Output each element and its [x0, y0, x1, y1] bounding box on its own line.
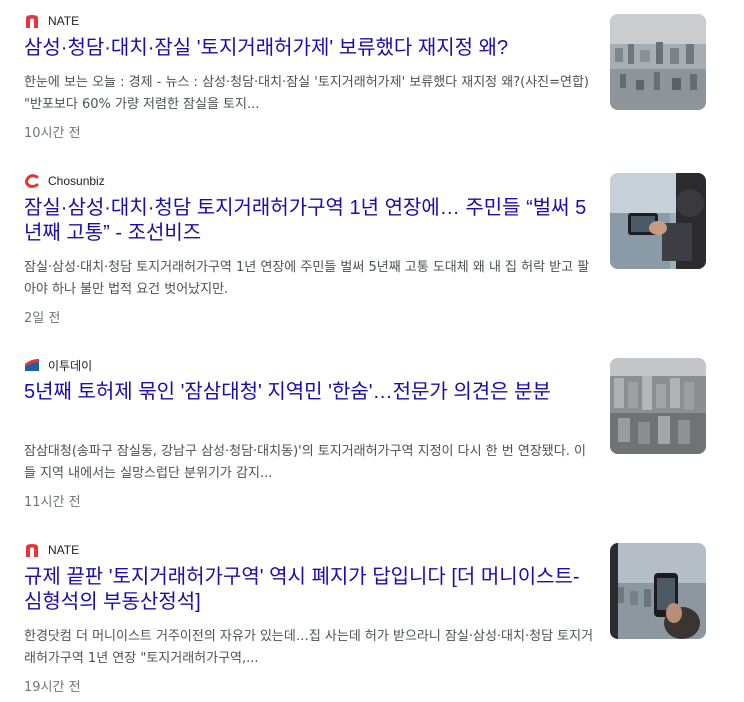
article-time: 11시간 전 — [24, 495, 81, 510]
source-row: 이투데이 — [24, 356, 92, 374]
apartments-aerial-thumbnail[interactable] — [610, 358, 706, 454]
nate-logo-icon — [24, 13, 40, 29]
headline-link[interactable]: 잠실·삼성·대치·청담 토지거래허가구역 1년 연장에… 주민들 “벌써 5년째… — [24, 196, 594, 246]
headline-link[interactable]: 규제 끝판 '토지거래허가구역' 역시 폐지가 답입니다 [더 머니이스트-심형… — [24, 565, 594, 615]
article-snippet: 한경닷컴 더 머니이스트 거주이전의 자유가 있는데…집 사는데 허가 받으라니… — [24, 629, 594, 666]
source-row: NATE — [24, 541, 79, 559]
article-time: 10시간 전 — [24, 126, 81, 141]
news-article[interactable]: NATE 규제 끝판 '토지거래허가구역' 역시 폐지가 답입니다 [더 머니이… — [0, 541, 744, 701]
headline-link[interactable]: 5년째 토허제 묶인 '잠삼대청' 지역민 '한숨'…전문가 의견은 분분 — [24, 380, 594, 405]
source-name: NATE — [48, 543, 80, 557]
news-article[interactable]: Chosunbiz 잠실·삼성·대치·청담 토지거래허가구역 1년 연장에… 주… — [0, 172, 744, 337]
news-article[interactable]: 이투데이 5년째 토허제 묶인 '잠삼대청' 지역민 '한숨'…전문가 의견은 … — [0, 356, 744, 516]
etoday-logo-icon — [24, 357, 40, 373]
source-row: NATE — [24, 12, 79, 30]
city-aerial-thumbnail[interactable] — [610, 14, 706, 110]
article-time: 2일 전 — [24, 311, 61, 326]
article-snippet: 한눈에 보는 오늘 : 경제 - 뉴스 : 삼성·청담·대치·잠실 '토지거래허… — [24, 75, 589, 112]
source-name: 이투데이 — [48, 358, 93, 373]
source-name: Chosunbiz — [48, 174, 105, 188]
nate-logo-icon — [24, 542, 40, 558]
window-phone-thumbnail[interactable] — [610, 543, 706, 639]
article-snippet: 잠실·삼성·대치·청담 토지거래허가구역 1년 연장에 주민들 벌써 5년째 고… — [24, 260, 590, 297]
article-snippet: 잠삼대청(송파구 잠실동, 강남구 삼성·청담·대치동)'의 토지거래허가구역 … — [24, 444, 586, 481]
chosunbiz-logo-icon — [24, 173, 40, 189]
source-name: NATE — [48, 14, 80, 28]
news-article[interactable]: NATE 삼성·청담·대치·잠실 '토지거래허가제' 보류했다 재지정 왜? 한… — [0, 12, 744, 152]
headline-link[interactable]: 삼성·청담·대치·잠실 '토지거래허가제' 보류했다 재지정 왜? — [24, 36, 594, 61]
phone-photo-thumbnail[interactable] — [610, 173, 706, 269]
news-feed: NATE 삼성·청담·대치·잠실 '토지거래허가제' 보류했다 재지정 왜? 한… — [0, 0, 744, 702]
article-time: 19시간 전 — [24, 680, 81, 695]
source-row: Chosunbiz — [24, 172, 105, 190]
